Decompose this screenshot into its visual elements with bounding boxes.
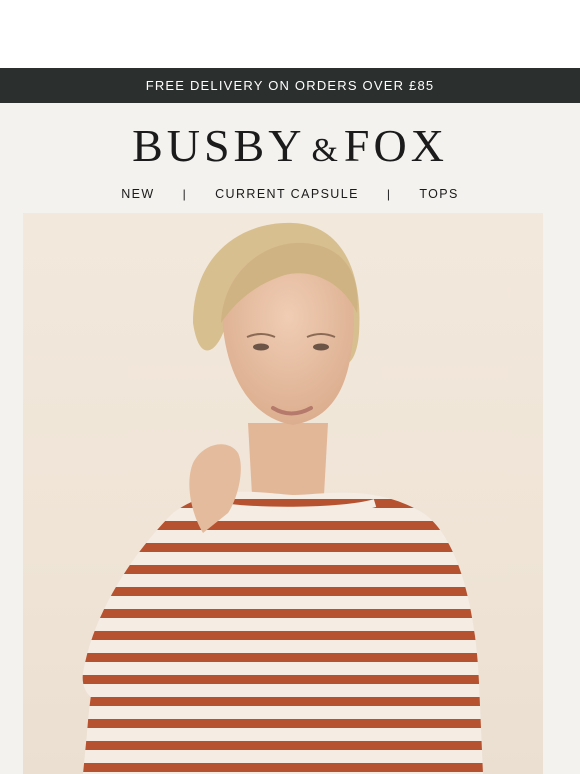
top-whitespace	[0, 0, 580, 68]
nav-separator: |	[182, 187, 188, 201]
nav-item-new[interactable]: NEW	[121, 187, 154, 201]
logo-word-fox: FOX	[343, 120, 448, 171]
nav-item-tops[interactable]: TOPS	[419, 187, 458, 201]
nav-item-current-capsule[interactable]: CURRENT CAPSULE	[215, 187, 359, 201]
main-nav: NEW | CURRENT CAPSULE | TOPS	[0, 187, 580, 201]
logo-word-busby: BUSBY	[132, 120, 306, 171]
hero-model-illustration	[82, 222, 483, 774]
email-body: BUSBY & FOX NEW | CURRENT CAPSULE | TOPS	[0, 103, 580, 774]
nav-separator: |	[386, 187, 392, 201]
brand-logo[interactable]: BUSBY & FOX	[0, 121, 580, 176]
hero-image[interactable]	[23, 213, 543, 774]
logo-ampersand: &	[311, 132, 338, 169]
promo-banner[interactable]: FREE DELIVERY ON ORDERS OVER £85	[0, 68, 580, 103]
promo-text: FREE DELIVERY ON ORDERS OVER £85	[145, 78, 435, 93]
